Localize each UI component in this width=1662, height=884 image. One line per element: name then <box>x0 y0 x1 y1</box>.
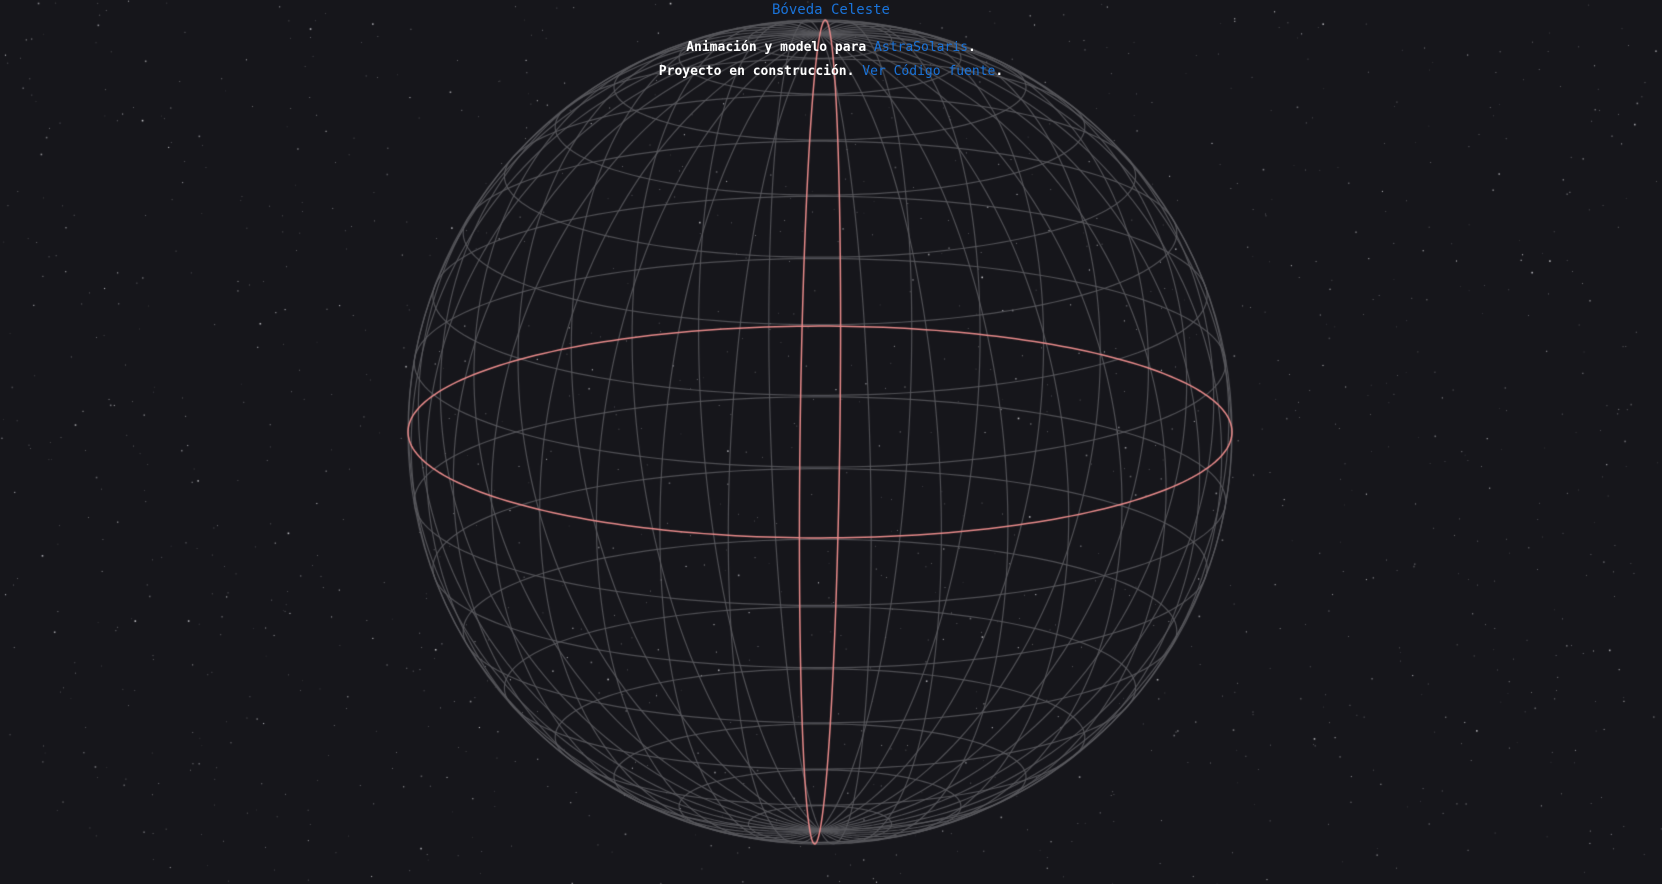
status-suffix: . <box>995 64 1004 79</box>
info-overlay: Bóveda Celeste Animación y modelo para A… <box>0 0 1662 84</box>
status-line: Proyecto en construcción. Ver Código fue… <box>0 60 1662 84</box>
description-text: Animación y modelo para <box>686 40 875 55</box>
astrasolaris-link[interactable]: AstraSolaris <box>874 40 968 55</box>
page-title[interactable]: Bóveda Celeste <box>0 0 1662 22</box>
status-text: Proyecto en construcción. <box>658 64 863 79</box>
description-suffix: . <box>967 40 976 55</box>
celestial-sphere-canvas[interactable] <box>0 0 1662 884</box>
description-line: Animación y modelo para AstraSolaris. <box>0 36 1662 60</box>
source-code-link[interactable]: Ver Código fuente <box>862 64 995 79</box>
